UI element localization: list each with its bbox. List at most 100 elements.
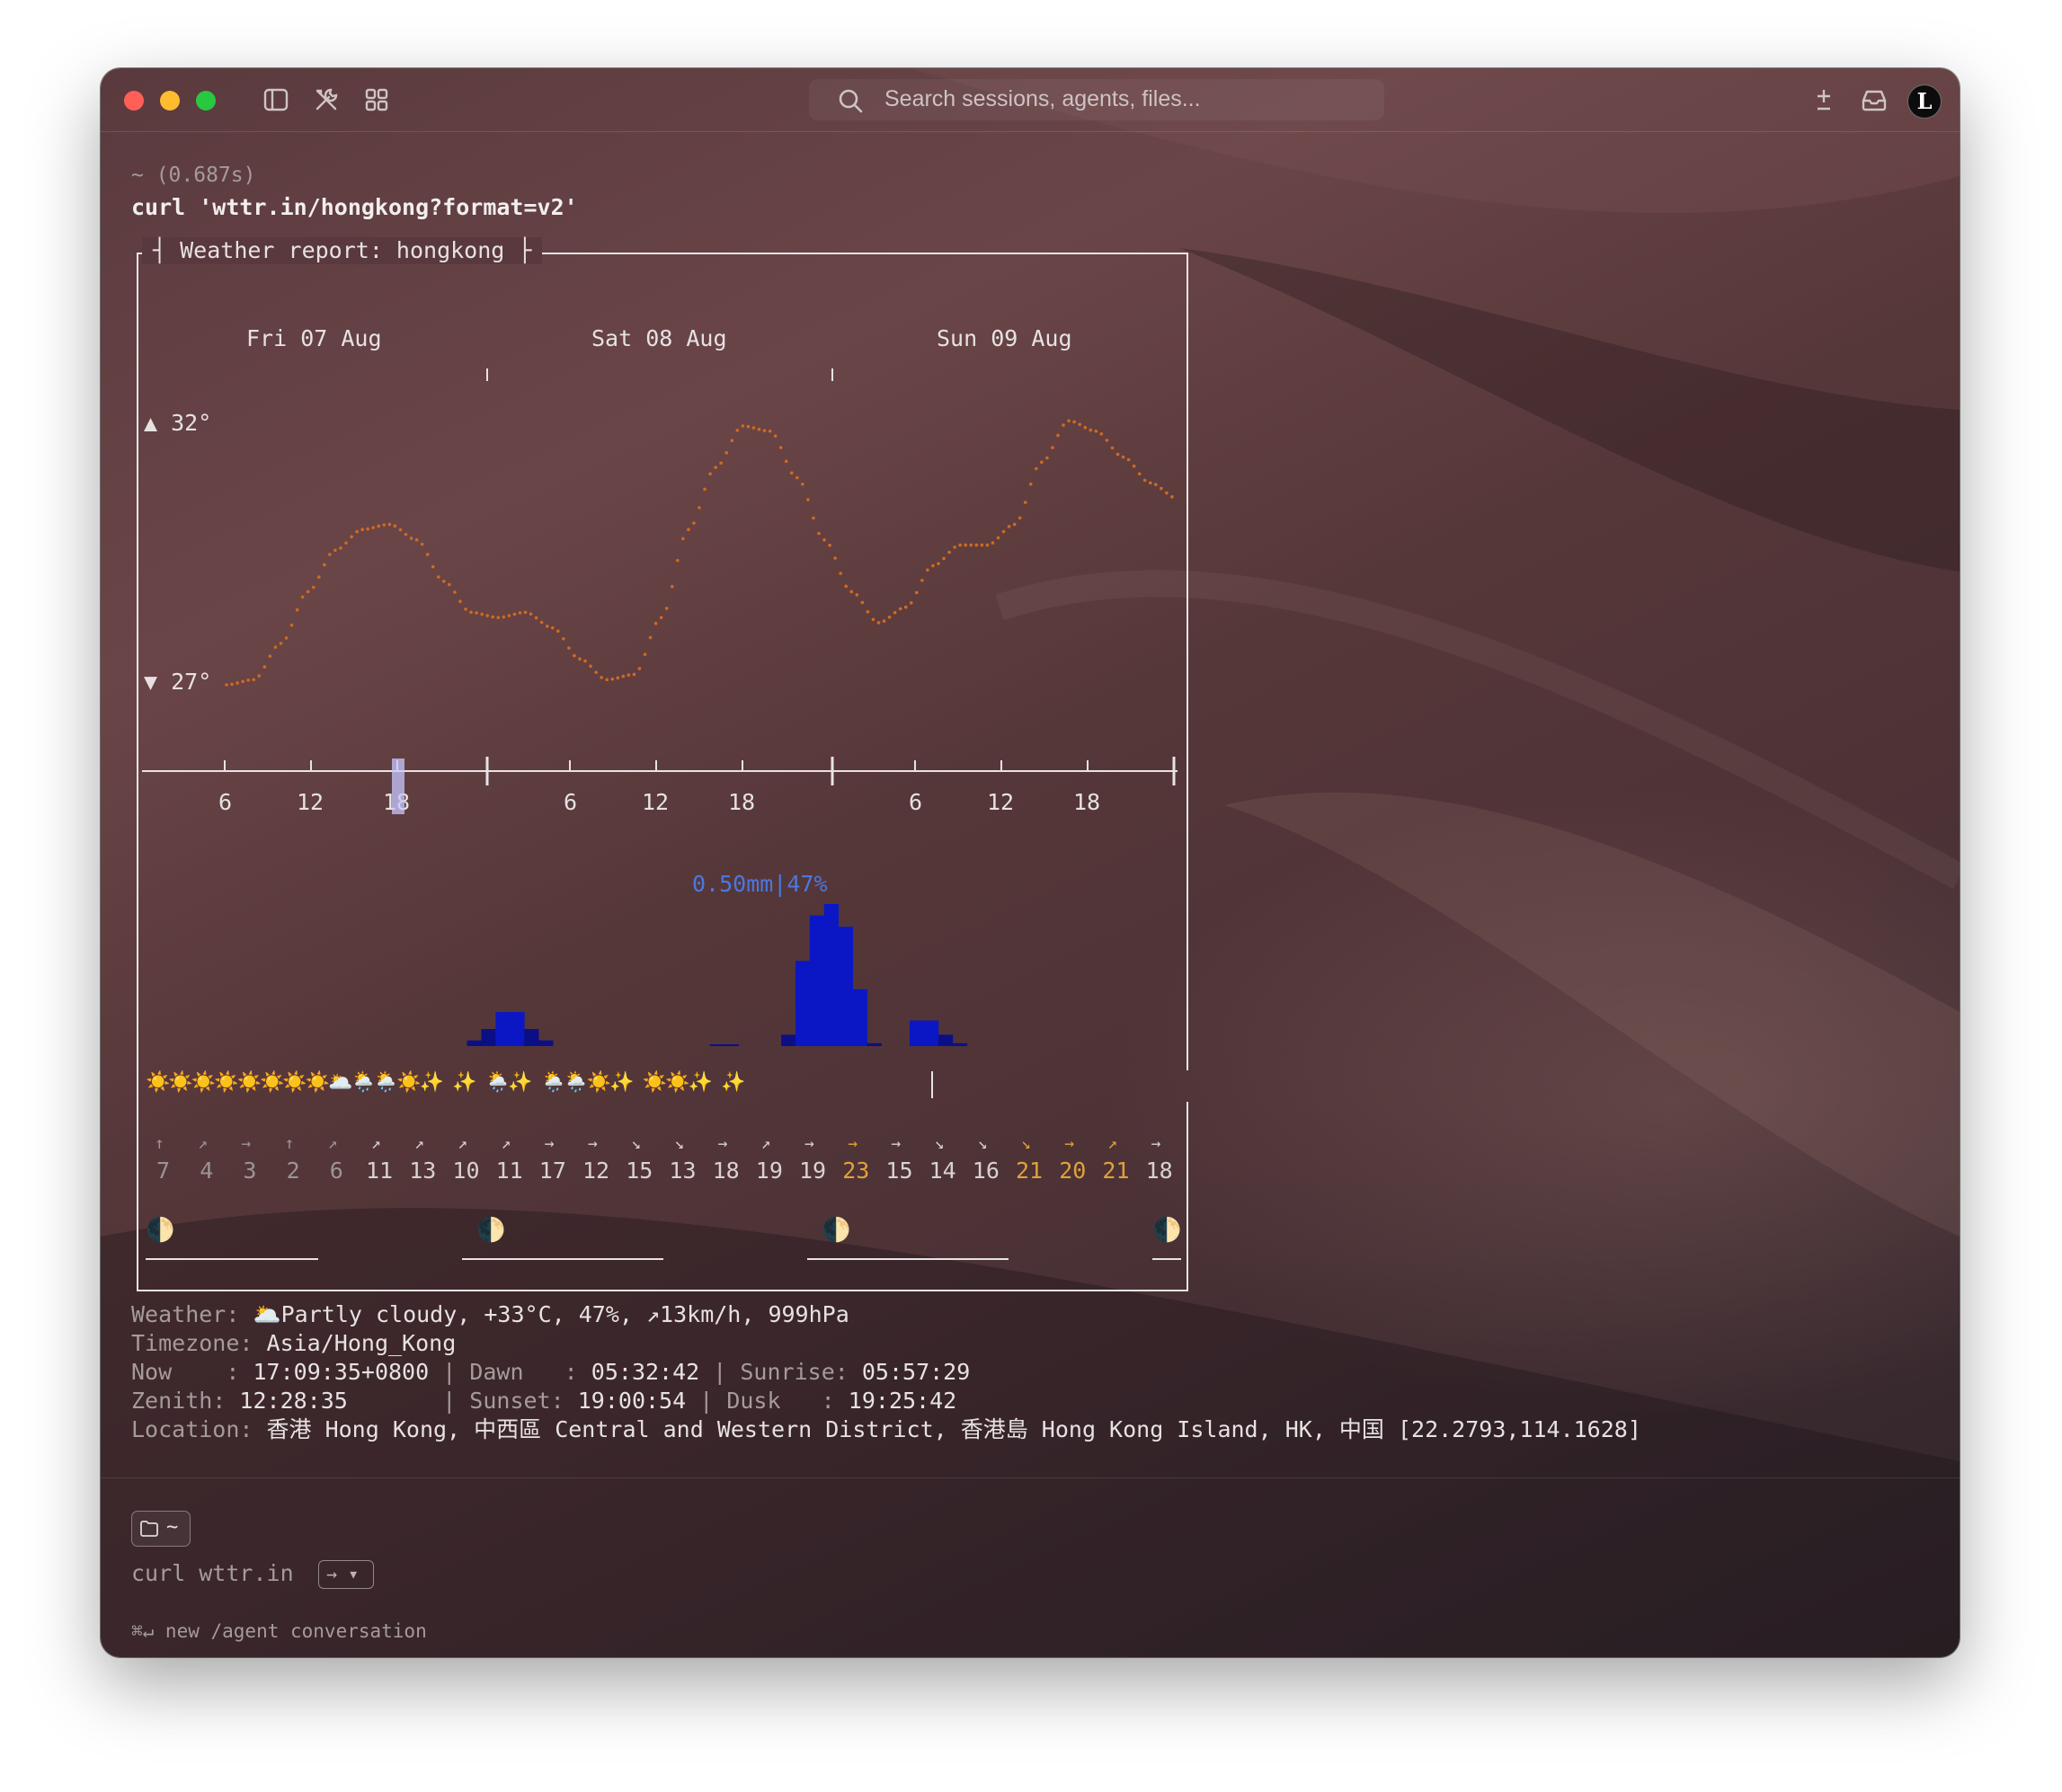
temperature-point	[491, 615, 495, 619]
temperature-point	[675, 558, 680, 563]
wind-speed-value: 18	[1145, 1158, 1173, 1184]
wind-direction-arrow: ↘	[934, 1134, 945, 1153]
location-line: Location: 香港 Hong Kong, 中西區 Central and …	[131, 1416, 1641, 1443]
temperature-point	[464, 607, 467, 611]
wind-direction-arrow: →	[1151, 1134, 1161, 1153]
temperature-point	[653, 621, 658, 625]
now-line: Now : 17:09:35+0800 | Dawn : 05:32:42 | …	[131, 1359, 970, 1386]
temperature-point	[295, 608, 299, 612]
sunrise-label: | Sunrise:	[713, 1359, 849, 1385]
hour-tick-label: 6	[909, 789, 923, 815]
temperature-point	[909, 601, 913, 605]
moon-phase-icon: 🌓	[822, 1217, 851, 1244]
wind-direction-arrow: →	[848, 1134, 858, 1153]
temperature-point	[991, 541, 995, 545]
temperature-point	[659, 616, 663, 619]
temperature-point	[230, 682, 234, 687]
temperature-point	[784, 459, 788, 464]
weather-line: Weather: 🌥️Partly cloudy, +33°C, 47%, ↗1…	[131, 1301, 849, 1328]
wind-direction-arrow: ↗	[198, 1134, 209, 1153]
dawn-label: | Dawn :	[442, 1359, 578, 1385]
temperature-point	[600, 676, 603, 679]
temperature-point	[964, 543, 968, 547]
temperature-point	[311, 585, 316, 590]
temperature-point	[741, 424, 745, 428]
precip-bar	[724, 1044, 739, 1046]
directory-chip[interactable]: ~	[131, 1511, 191, 1547]
temperature-point	[594, 670, 598, 674]
temperature-point	[425, 553, 430, 556]
temperature-point	[789, 471, 794, 475]
text-cursor	[931, 1071, 933, 1098]
temperature-point	[849, 590, 854, 594]
temperature-point	[637, 667, 642, 670]
precip-bar	[952, 1042, 968, 1046]
temperature-point	[268, 654, 272, 658]
precip-bar	[481, 1029, 496, 1046]
hour-tick-label: 12	[297, 789, 324, 815]
wind-speed-value: 16	[972, 1158, 1000, 1184]
temperature-point	[871, 617, 875, 622]
temperature-point	[1018, 516, 1022, 520]
precip-bar	[538, 1040, 554, 1046]
precip-bar	[495, 1012, 511, 1046]
precip-bar	[809, 915, 825, 1046]
arrow-right-icon: → ▾	[326, 1563, 360, 1584]
run-mode-dropdown[interactable]: → ▾	[318, 1560, 374, 1589]
wind-direction-arrow: ↘	[977, 1134, 988, 1153]
temperature-point	[1045, 456, 1049, 460]
now-label: Now :	[131, 1359, 240, 1385]
temperature-point	[555, 629, 560, 634]
temperature-point	[339, 546, 342, 550]
temperature-point	[627, 673, 631, 677]
precip-bar	[823, 904, 840, 1046]
hour-tick-label: 12	[987, 789, 1015, 815]
wind-direction-arrow: →	[588, 1134, 598, 1153]
temperature-point	[751, 426, 756, 430]
timezone-line: Timezone: Asia/Hong_Kong	[131, 1330, 456, 1357]
temperature-point	[1148, 481, 1152, 485]
temperature-point	[377, 524, 381, 528]
temperature-point	[328, 553, 332, 556]
temperature-point	[876, 621, 881, 625]
hour-tick-label: 6	[564, 789, 578, 815]
temperature-point	[360, 528, 364, 531]
temperature-point	[1089, 428, 1093, 432]
temperature-point	[698, 506, 701, 510]
wind-speed-value: 15	[626, 1158, 653, 1184]
shortcut-hint: ⌘↵ new /agent conversation	[131, 1620, 427, 1642]
weather-icons-row: ☀️☀️☀️☀️☀️☀️☀️☀️🌥️🌦️🌦️☀️✨ ✨ 🌦️✨ 🌦️🌦️☀️✨ …	[146, 1071, 746, 1094]
temperature-point	[436, 575, 440, 579]
precip-label: 0.50mm|47%	[692, 871, 828, 897]
temperature-point	[529, 612, 533, 616]
temperature-point	[893, 610, 897, 615]
wind-speed-value: 2	[286, 1158, 300, 1184]
temperature-point	[420, 542, 424, 546]
temperature-point	[795, 475, 799, 480]
precip-bar	[781, 1034, 796, 1046]
temperature-point	[387, 522, 392, 527]
dusk-value: 19:25:42	[848, 1388, 957, 1414]
temperature-point	[801, 482, 804, 486]
temperature-point	[1051, 446, 1054, 449]
wind-speed-value: 21	[1016, 1158, 1044, 1184]
temperature-point	[778, 446, 783, 449]
temperature-point	[1078, 422, 1081, 427]
temperature-point	[414, 537, 419, 542]
command-input[interactable]: curl wttr.in	[131, 1560, 294, 1587]
temperature-point	[692, 521, 696, 525]
moon-phase-icon: 🌓	[476, 1217, 506, 1244]
temperature-point	[1056, 433, 1060, 438]
temperature-point	[719, 461, 723, 466]
precip-bar	[467, 1040, 482, 1046]
temperature-point	[382, 523, 387, 527]
sunrise-value: 05:57:29	[861, 1359, 971, 1385]
temperature-point	[648, 635, 653, 640]
temperature-point	[1160, 486, 1163, 491]
temperature-point	[882, 619, 886, 623]
temperature-point	[903, 605, 908, 609]
wind-direction-arrow: ↘	[1021, 1134, 1031, 1153]
temperature-point	[828, 543, 831, 547]
temperature-point	[279, 642, 283, 645]
wind-speed-value: 11	[366, 1158, 394, 1184]
